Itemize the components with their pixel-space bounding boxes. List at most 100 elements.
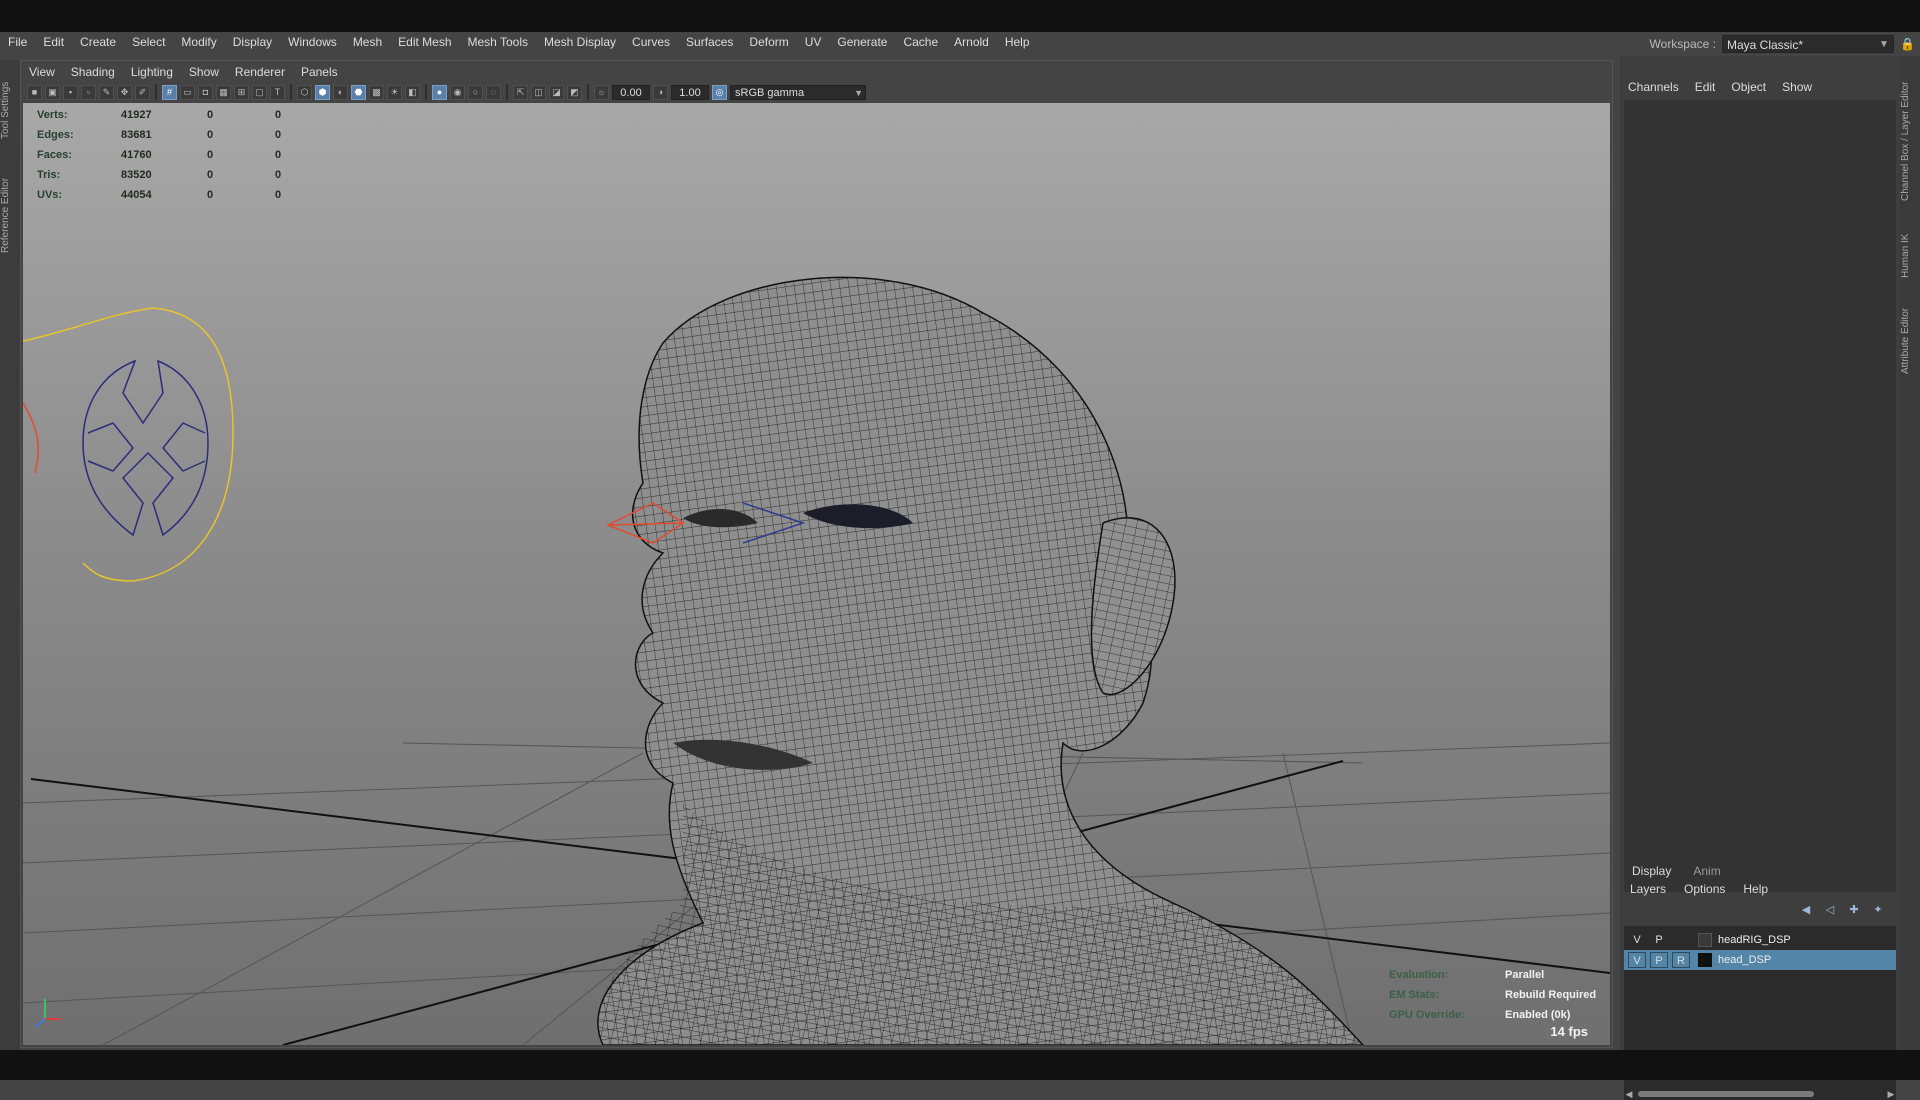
playback-toggle[interactable]: P	[1650, 932, 1668, 948]
layer-row-headrig[interactable]: V P headRIG_DSP	[1624, 930, 1896, 950]
channel-box-menu-channels[interactable]: Channels	[1620, 78, 1687, 96]
xray-components-icon[interactable]: ◩	[567, 84, 582, 100]
safe-action-icon[interactable]: ▢	[252, 84, 267, 100]
textured-icon[interactable]: ▩	[369, 84, 384, 100]
grease-pencil-icon[interactable]: ✎	[99, 84, 114, 100]
lock-icon[interactable]: 🔒	[1900, 37, 1915, 51]
menu-modify[interactable]: Modify	[173, 32, 224, 52]
resolution-gate-icon[interactable]: ◘	[198, 84, 213, 100]
anti-aliasing-icon[interactable]: ○	[468, 84, 483, 100]
eye-controller-curve[interactable]	[23, 307, 234, 582]
menu-surfaces[interactable]: Surfaces	[678, 32, 741, 52]
display-type-toggle[interactable]	[1672, 932, 1690, 948]
menu-generate[interactable]: Generate	[829, 32, 895, 52]
layer-color-swatch[interactable]	[1698, 953, 1712, 967]
default-material-icon[interactable]: ◐	[333, 84, 348, 100]
eye-controller-left-curve[interactable]	[23, 402, 39, 474]
exposure-field[interactable]: 0.00	[612, 84, 650, 100]
film-gate-icon[interactable]: ▭	[180, 84, 195, 100]
menu-curves[interactable]: Curves	[624, 32, 678, 52]
menu-mesh-display[interactable]: Mesh Display	[536, 32, 624, 52]
tab-human-ik[interactable]: Human IK	[1900, 226, 1920, 286]
2d-pan-zoom-icon[interactable]: ✥	[117, 84, 132, 100]
wireframe-on-shaded-icon[interactable]: ⬣	[351, 84, 366, 100]
menu-deform[interactable]: Deform	[741, 32, 796, 52]
layer-menu-help[interactable]: Help	[1743, 882, 1768, 896]
menu-edit[interactable]: Edit	[35, 32, 72, 52]
exposure-icon[interactable]: ☼	[594, 84, 609, 100]
menu-file[interactable]: File	[0, 32, 35, 52]
scroll-left-icon[interactable]: ◀	[1624, 1088, 1634, 1100]
depth-of-field-icon[interactable]: ◌	[486, 84, 501, 100]
menu-display[interactable]: Display	[225, 32, 280, 52]
shadows-icon[interactable]: ◧	[405, 84, 420, 100]
menu-windows[interactable]: Windows	[280, 32, 345, 52]
layer-list-scrollbar[interactable]: ◀ ▶	[1624, 1088, 1896, 1100]
menu-mesh[interactable]: Mesh	[345, 32, 390, 52]
xray-icon[interactable]: ◫	[531, 84, 546, 100]
ambient-occlusion-icon[interactable]: ●	[432, 84, 447, 100]
channel-box-menu-show[interactable]: Show	[1774, 78, 1820, 96]
color-management-icon[interactable]: ◎	[712, 84, 727, 100]
xray-joints-icon[interactable]: ◪	[549, 84, 564, 100]
panel-menu-shading[interactable]: Shading	[63, 65, 123, 79]
bookmark-icon[interactable]: ▪	[63, 84, 78, 100]
new-layer-icon[interactable]: ✚	[1846, 904, 1862, 916]
tab-display[interactable]: Display	[1630, 862, 1673, 880]
image-plane-icon[interactable]: ▫	[81, 84, 96, 100]
menu-cache[interactable]: Cache	[895, 32, 946, 52]
tab-channel-box-layer-editor[interactable]: Channel Box / Layer Editor	[1900, 66, 1920, 216]
visibility-toggle[interactable]: V	[1628, 932, 1646, 948]
smooth-shade-icon[interactable]: ⬢	[315, 84, 330, 100]
motion-blur-icon[interactable]: ◉	[450, 84, 465, 100]
gamma-icon[interactable]: ◑	[653, 84, 668, 100]
field-chart-icon[interactable]: ⊞	[234, 84, 249, 100]
panel-menu-lighting[interactable]: Lighting	[123, 65, 181, 79]
isolate-select-icon[interactable]: ⇱	[513, 84, 528, 100]
layer-menu-options[interactable]: Options	[1684, 882, 1725, 896]
display-type-toggle[interactable]: R	[1672, 952, 1690, 968]
layer-menu-layers[interactable]: Layers	[1630, 882, 1666, 896]
camera-attributes-icon[interactable]: ▣	[45, 84, 60, 100]
3d-viewport[interactable]: Verts: 41927 0 0 Edges: 83681 0 0 Faces: 41760 0…	[23, 103, 1610, 1045]
layer-color-swatch[interactable]	[1698, 933, 1712, 947]
safe-title-icon[interactable]: T	[270, 84, 285, 100]
eye-target-control[interactable]	[82, 359, 209, 537]
move-layer-up-icon[interactable]: ◀	[1798, 904, 1814, 916]
menu-select[interactable]: Select	[124, 32, 173, 52]
tab-reference-editor[interactable]: Reference Editor	[0, 160, 20, 270]
color-space-dropdown[interactable]: sRGB gamma ▼	[730, 84, 866, 100]
channel-box-menu-object[interactable]: Object	[1723, 78, 1774, 96]
menu-uv[interactable]: UV	[797, 32, 830, 52]
workspace-dropdown[interactable]: Maya Classic* ▼	[1722, 35, 1894, 53]
wireframe-icon[interactable]: ⬡	[297, 84, 312, 100]
camera-icon[interactable]: ■	[27, 84, 42, 100]
tab-attribute-editor[interactable]: Attribute Editor	[1900, 296, 1920, 386]
layer-row-head[interactable]: V P R head_DSP	[1624, 950, 1896, 970]
menu-arnold[interactable]: Arnold	[946, 32, 997, 52]
menu-help[interactable]: Help	[997, 32, 1038, 52]
playback-toggle[interactable]: P	[1650, 952, 1668, 968]
panel-menu-view[interactable]: View	[21, 65, 63, 79]
head-mesh[interactable]	[597, 276, 1365, 1045]
pencil-icon[interactable]: ✐	[135, 84, 150, 100]
tab-anim[interactable]: Anim	[1691, 862, 1722, 880]
move-layer-down-icon[interactable]: ◁	[1822, 904, 1838, 916]
lights-icon[interactable]: ☀	[387, 84, 402, 100]
tab-tool-settings[interactable]: Tool Settings	[0, 70, 20, 150]
menu-edit-mesh[interactable]: Edit Mesh	[390, 32, 459, 52]
channel-box-area[interactable]	[1624, 100, 1896, 892]
channel-box-menu-edit[interactable]: Edit	[1687, 78, 1724, 96]
scroll-right-icon[interactable]: ▶	[1886, 1088, 1896, 1100]
new-layer-from-selection-icon[interactable]: ✦	[1870, 904, 1886, 916]
visibility-toggle[interactable]: V	[1628, 952, 1646, 968]
gate-mask-icon[interactable]: ▦	[216, 84, 231, 100]
panel-menu-panels[interactable]: Panels	[293, 65, 346, 79]
gamma-field[interactable]: 1.00	[671, 84, 709, 100]
scrollbar-thumb[interactable]	[1638, 1091, 1814, 1097]
panel-menu-show[interactable]: Show	[181, 65, 227, 79]
menu-mesh-tools[interactable]: Mesh Tools	[460, 32, 536, 52]
grid-icon[interactable]: #	[162, 84, 177, 100]
menu-create[interactable]: Create	[72, 32, 124, 52]
panel-menu-renderer[interactable]: Renderer	[227, 65, 293, 79]
